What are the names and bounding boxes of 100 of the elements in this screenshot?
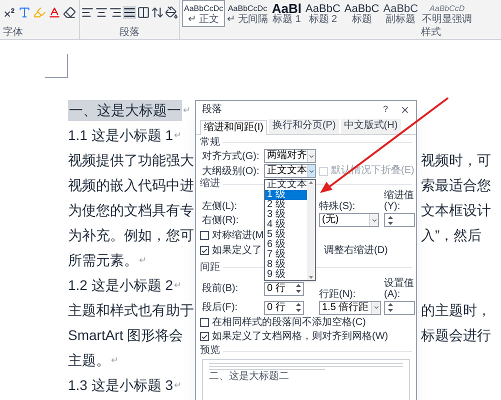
body-text: 的主题时， — [421, 301, 491, 320]
dropdown-option[interactable]: 7 级 — [265, 250, 307, 260]
heading-text: 一、这是大标题一 — [68, 100, 182, 121]
body-text: 入”，然后 — [421, 226, 482, 245]
spinner-icon — [387, 214, 394, 226]
dropdown-option[interactable]: 2 级 — [265, 200, 307, 210]
dropdown-option[interactable]: 4 级 — [265, 220, 307, 230]
dropdown-select[interactable]: 1.5 倍行距 — [319, 300, 381, 315]
close-icon[interactable] — [400, 104, 410, 115]
margin-corner-mark — [45, 54, 68, 78]
preview-heading: 二、这是大标题二 — [209, 372, 289, 382]
field-label: 行距(N): — [319, 288, 357, 300]
heading-text: 1.3 这是小标题 3 — [68, 376, 174, 395]
paragraph-mark: ↵ — [174, 128, 182, 142]
dropdown-select[interactable]: (无) — [319, 213, 379, 228]
checkbox-label: 对称缩进(M — [212, 230, 264, 242]
checkbox-label: 如果定义了 — [212, 245, 262, 256]
spinner-icon — [295, 302, 302, 314]
field-label: 对齐方式(G): — [201, 150, 260, 162]
style-gallery-item[interactable]: AaBbC 标题 — [342, 0, 382, 27]
dropdown-option[interactable]: 9 级 — [265, 270, 307, 280]
group-label: 段落 — [120, 28, 140, 38]
heading-text: 1.2 这是小标题 2 — [68, 276, 174, 295]
body-text: 文本框设计 — [421, 201, 491, 220]
body-text: 视频的嵌入代码中进 — [68, 176, 194, 195]
dropdown-option[interactable]: 8 级 — [265, 260, 307, 270]
checkbox[interactable] — [200, 318, 209, 328]
section-heading: 预览 — [200, 346, 220, 356]
checkbox[interactable] — [200, 332, 209, 342]
line-spacing-icon[interactable] — [151, 6, 164, 19]
field-label: 特殊(S): — [319, 201, 356, 212]
style-gallery-item[interactable]: AaBbC 副标题 — [381, 0, 420, 27]
dialog-tab[interactable]: 缩进和间距(I) — [200, 120, 268, 135]
dropdown-option[interactable]: 6 级 — [265, 240, 307, 250]
style-gallery-item[interactable]: AaBbCcD 不明显强调 — [420, 0, 474, 27]
check-icon — [201, 246, 208, 255]
scroll-down-icon[interactable] — [308, 275, 314, 280]
number-field[interactable]: 0 行 — [264, 282, 304, 296]
checkbox[interactable] — [200, 246, 209, 256]
spinner-icon — [387, 302, 394, 314]
checkbox-label: 在相同样式的段落间不添加空格(C) — [212, 317, 366, 328]
font-color-icon[interactable] — [48, 6, 61, 19]
field-label: 段后(F): — [201, 302, 239, 314]
section-heading: 常规 — [200, 138, 220, 148]
justify-icon[interactable] — [123, 6, 136, 19]
section-heading: 间距 — [200, 262, 220, 273]
body-text: 为使您的文档具有专 — [68, 201, 194, 220]
field-label: 段前(B): — [201, 283, 240, 294]
body-text: 所需元素。 — [68, 251, 138, 270]
columns-icon[interactable] — [137, 6, 150, 19]
number-field[interactable] — [384, 300, 415, 315]
section-heading: 缩进 — [200, 179, 220, 190]
field-label: 大纲级别(O): — [201, 166, 260, 177]
dialog-tab[interactable]: 中文版式(H) — [340, 118, 401, 134]
dropdown-option[interactable]: 正文文本 — [265, 180, 307, 190]
body-text: 主题和样式也有助于 — [68, 301, 194, 320]
scrollbar[interactable] — [307, 180, 315, 280]
shading-icon[interactable] — [165, 6, 178, 19]
heading-text: 1.1 这是小标题 1 — [68, 126, 174, 145]
body-text: 索最适合您 — [421, 176, 491, 195]
paragraph-mark: ↵ — [139, 254, 147, 267]
dialog-tab[interactable]: 换行和分页(P) — [269, 118, 339, 134]
body-text: 视频提供了功能强大 — [68, 151, 194, 170]
align-left-icon[interactable] — [81, 6, 94, 19]
dropdown-option[interactable]: 5 级 — [265, 230, 307, 240]
checkbox-label: 如果定义了文档网格，则对齐到网格(W) — [212, 331, 388, 342]
field-label: 设置值(A): — [384, 278, 415, 300]
field-label: 右侧(R): — [201, 214, 240, 226]
checkbox-label: 调整右缩进(D) — [324, 245, 388, 256]
dropdown-select[interactable]: 两端对齐 — [264, 149, 316, 164]
eraser-icon[interactable] — [63, 6, 76, 19]
number-field[interactable] — [384, 213, 415, 228]
group-label: 字体 — [3, 28, 24, 38]
body-text: 视频时，可 — [421, 151, 491, 170]
body-text: 主题。 — [68, 351, 110, 370]
dropdown-select[interactable]: 正文文本 — [264, 164, 316, 178]
dropdown-option[interactable]: 3 级 — [265, 210, 307, 220]
spinner-icon — [295, 283, 302, 294]
number-field[interactable]: 0 行 — [264, 300, 304, 315]
checkbox[interactable] — [200, 231, 209, 240]
dialog-title: 段落 — [202, 104, 222, 115]
paragraph-mark: ↵ — [183, 104, 191, 117]
style-gallery-item[interactable]: AaBbCcDc ↵ 无间隔 — [225, 0, 270, 27]
style-gallery-item[interactable]: AaBbC 标题 2 — [304, 0, 342, 27]
body-text: SmartArt 图形将会 — [68, 326, 184, 345]
align-center-icon[interactable] — [95, 6, 108, 19]
field-label: 缩进值(Y): — [384, 190, 415, 212]
paragraph-mark: ↵ — [174, 378, 182, 392]
style-gallery-item[interactable]: AaBl 标题 1 — [270, 0, 304, 27]
paragraph-mark: ↵ — [111, 354, 119, 367]
field-label: 左侧(L): — [201, 201, 238, 212]
paragraph-mark: ↵ — [174, 278, 182, 292]
group-label: 样式 — [421, 28, 441, 38]
help-button[interactable]: ? — [382, 105, 388, 114]
body-text: 标题会进行 — [421, 326, 491, 345]
superscript-icon[interactable] — [3, 6, 16, 19]
style-gallery-item[interactable]: AaBbCcDc ↵ 正文 — [182, 0, 226, 27]
align-right-icon[interactable] — [109, 6, 122, 19]
body-text: 为补充。例如，您可 — [68, 226, 194, 245]
check-icon — [201, 332, 208, 341]
